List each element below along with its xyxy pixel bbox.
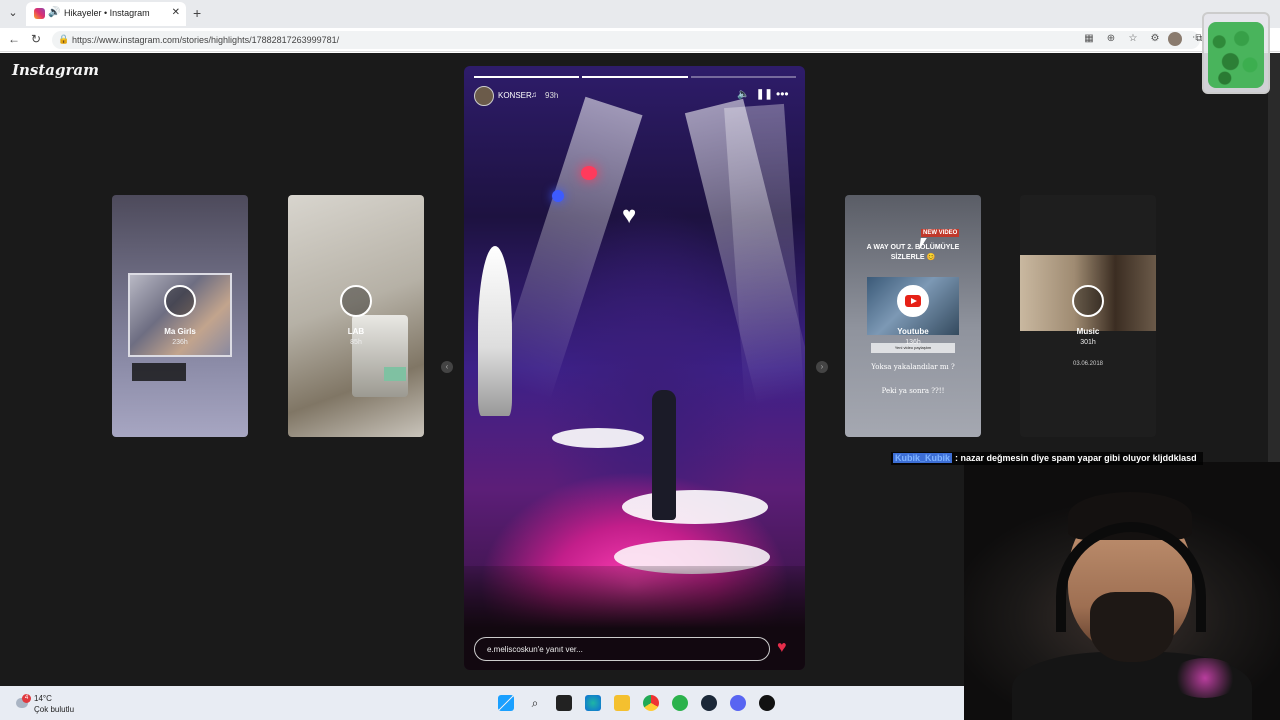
red-spotlight: [581, 166, 597, 180]
tab-bar: ⌄ 🔊 Hikayeler • Instagram ✕ +: [0, 0, 1280, 28]
extensions-icon[interactable]: ⚙: [1148, 33, 1162, 44]
new-video-badge: NEW VIDEO: [921, 229, 960, 237]
discord-icon[interactable]: [730, 695, 746, 711]
lock-icon[interactable]: 🔒: [58, 34, 69, 45]
windows-start-icon[interactable]: [498, 695, 514, 711]
instagram-favicon-icon: [34, 8, 45, 19]
like-heart-icon: ♥: [622, 202, 637, 229]
edge-browser-icon[interactable]: [585, 695, 601, 711]
url-text: https://www.instagram.com/stories/highli…: [72, 35, 340, 45]
progress-segment: [690, 76, 796, 78]
highlight-avatar: [1072, 285, 1104, 317]
white-light-tower: [478, 246, 512, 416]
steam-icon[interactable]: [701, 695, 717, 711]
stage-light-beam: [724, 103, 805, 408]
highlight-avatar: [340, 285, 372, 317]
reload-icon[interactable]: ↻: [28, 32, 44, 46]
blue-spotlight: [552, 190, 564, 202]
task-view-icon[interactable]: [556, 695, 572, 711]
story-player[interactable]: KONSER ♫ 93h 🔈 ❚❚ ••• ♥ e.meliscoskun'e …: [464, 66, 805, 670]
notification-badge: 4: [22, 694, 31, 703]
previous-story-arrow-icon[interactable]: ‹: [441, 361, 453, 373]
microphone-glow: [1170, 658, 1240, 698]
app-icon[interactable]: ▦: [1082, 33, 1096, 44]
tab-instagram[interactable]: 🔊 Hikayeler • Instagram ✕: [26, 2, 186, 26]
favorite-star-icon[interactable]: ☆: [1126, 33, 1140, 44]
tab-list-dropdown-icon[interactable]: ⌄: [6, 6, 20, 20]
lab-device-screen: [384, 367, 406, 381]
story-progress-bar: [474, 76, 796, 78]
speaker-icon[interactable]: 🔊: [48, 7, 60, 18]
search-icon[interactable]: ⌕: [527, 695, 543, 711]
highlight-avatar: [164, 285, 196, 317]
highlight-card-youtube[interactable]: NEW VIDEO A WAY OUT 2. BÖLÜMÜYLE SİZLERL…: [845, 195, 981, 437]
card-note: [132, 363, 186, 381]
more-options-icon[interactable]: ⋯: [1192, 32, 1202, 43]
youtube-icon: [897, 285, 929, 317]
card-headline: A WAY OUT 2. BÖLÜMÜYLE SİZLERLE 😊: [866, 244, 960, 261]
more-icon[interactable]: •••: [776, 87, 789, 101]
plant-overlay-image: [1202, 12, 1270, 94]
tab-title: Hikayeler • Instagram: [64, 8, 150, 18]
plant-leaves: [1208, 22, 1264, 88]
highlight-name: Youtube: [897, 327, 929, 336]
file-explorer-icon[interactable]: [614, 695, 630, 711]
webcam-overlay: [964, 462, 1280, 720]
highlight-time: 236h: [172, 339, 188, 346]
reply-input[interactable]: e.meliscoskun'e yanıt ver...: [474, 637, 770, 661]
story-user-avatar[interactable]: [474, 86, 494, 106]
performer: [652, 390, 676, 520]
heart-like-button-icon[interactable]: ♥: [777, 639, 787, 657]
pause-icon[interactable]: ❚❚: [756, 89, 773, 100]
stage-spot-disc: [552, 428, 644, 448]
obs-icon[interactable]: [759, 695, 775, 711]
close-tab-icon[interactable]: ✕: [172, 7, 180, 18]
chat-message-overlay: Kubik_Kubik: nazar değmesin diye spam ya…: [891, 452, 1203, 465]
card-question-1: Yoksa yakalandılar mı ?: [871, 363, 955, 371]
weather-cloud-icon[interactable]: 4: [12, 694, 31, 712]
story-time-ago: 93h: [545, 91, 559, 100]
instagram-logo[interactable]: Instagram: [12, 61, 99, 79]
chat-username: Kubik_Kubik: [893, 453, 953, 463]
card-tag: Yeni video paylaştım: [871, 343, 955, 353]
highlight-time: 85h: [350, 339, 362, 346]
new-tab-button[interactable]: +: [193, 5, 201, 21]
mute-icon[interactable]: 🔈: [737, 89, 749, 100]
next-story-arrow-icon[interactable]: ›: [816, 361, 828, 373]
weather-temperature[interactable]: 14°C: [34, 694, 52, 703]
highlight-name: Ma Girls: [164, 327, 196, 336]
whatsapp-icon[interactable]: [672, 695, 688, 711]
stage-light-beam: [492, 96, 643, 401]
highlight-card-lab[interactable]: LAB 85h: [288, 195, 424, 437]
back-icon[interactable]: ←: [6, 32, 22, 46]
zoom-icon[interactable]: ⊕: [1104, 33, 1118, 44]
toolbar-icons: ▦ ⊕ ☆ ⚙ ★ ⧉: [1082, 33, 1206, 44]
address-bar: ← ↻ 🔒 https://www.instagram.com/stories/…: [0, 28, 1280, 52]
highlight-card-music[interactable]: Music 301h 03.06.2018: [1020, 195, 1156, 437]
taskbar-apps: ⌕: [498, 695, 775, 711]
weather-condition[interactable]: Çok bulutlu: [34, 705, 74, 714]
stage-spot-disc: [622, 490, 768, 524]
progress-segment: [582, 76, 688, 78]
chrome-icon[interactable]: [643, 695, 659, 711]
story-username[interactable]: KONSER: [498, 91, 532, 100]
music-note-icon: ♫: [531, 90, 537, 99]
chat-message-text: : nazar değmesin diye spam yapar gibi ol…: [955, 453, 1197, 463]
progress-segment: [474, 76, 580, 78]
profile-avatar[interactable]: [1168, 32, 1182, 46]
highlight-date: 03.06.2018: [1072, 361, 1104, 367]
url-field[interactable]: 🔒 https://www.instagram.com/stories/high…: [52, 31, 1200, 49]
card-question-2: Peki ya sonra ??!!: [881, 387, 945, 395]
highlight-name: LAB: [347, 327, 365, 336]
highlight-card-ma-girls[interactable]: Ma Girls 236h: [112, 195, 248, 437]
highlight-name: Music: [1076, 327, 1100, 336]
reply-placeholder: e.meliscoskun'e yanıt ver...: [487, 645, 583, 654]
highlight-time: 301h: [1080, 339, 1096, 346]
